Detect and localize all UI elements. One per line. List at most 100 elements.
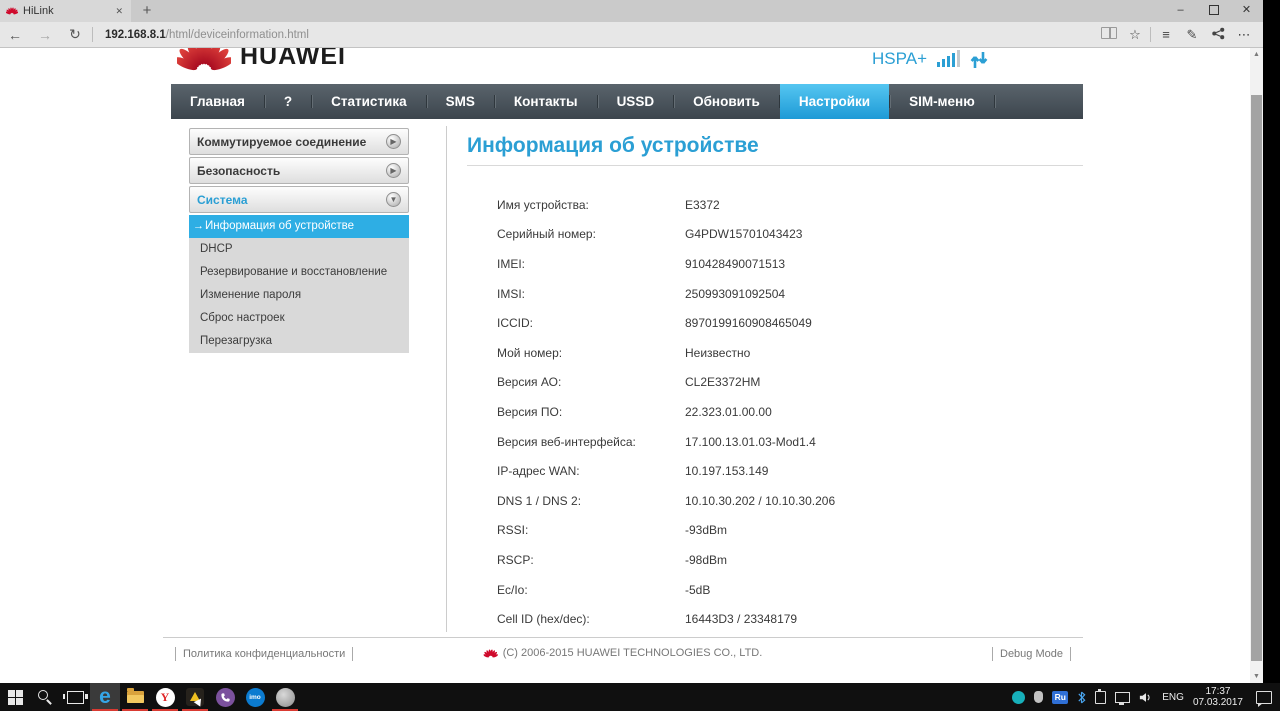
nav-item-ussd[interactable]: USSD bbox=[598, 84, 674, 119]
language-indicator[interactable]: ENG bbox=[1162, 692, 1184, 703]
system-tray: Ru ENG 17:37 07.03.2017 bbox=[1012, 686, 1280, 708]
site-footer: Политика конфиденциальности (C) 2006-201… bbox=[163, 637, 1083, 668]
forward-icon[interactable]: → bbox=[30, 27, 60, 43]
reading-view-icon[interactable] bbox=[1096, 27, 1122, 42]
network-icon[interactable] bbox=[1115, 691, 1131, 705]
action-center-icon[interactable] bbox=[1256, 690, 1272, 707]
bluetooth-icon[interactable] bbox=[1077, 691, 1086, 704]
sidebar-section-dialup[interactable]: Коммутируемое соединение ▶ bbox=[189, 128, 409, 155]
screen: HiLink ✕ + – ✕ ← → ↻ 192.168.8.1/html/de… bbox=[0, 0, 1280, 711]
usb-device-icon[interactable] bbox=[1095, 688, 1107, 704]
date: 07.03.2017 bbox=[1192, 697, 1243, 708]
nav-item-update[interactable]: Обновить bbox=[674, 84, 779, 119]
taskbar-app-explorer[interactable] bbox=[120, 683, 150, 711]
table-row: DNS 1 / DNS 2: 10.10.30.202 / 10.10.30.20… bbox=[497, 486, 1057, 516]
sidebar: Коммутируемое соединение ▶ Безопасность … bbox=[189, 128, 409, 355]
start-button[interactable] bbox=[0, 683, 30, 711]
table-row: IMSI: 250993091092504 bbox=[497, 279, 1057, 309]
row-value: 250993091092504 bbox=[685, 286, 786, 301]
debug-mode-link[interactable]: Debug Mode bbox=[992, 647, 1071, 661]
share-icon[interactable] bbox=[1205, 27, 1231, 43]
nav-item-help[interactable]: ? bbox=[265, 84, 311, 119]
copyright: (C) 2006-2015 HUAWEI TECHNOLOGIES CO., L… bbox=[483, 647, 763, 659]
new-tab-button[interactable]: + bbox=[134, 0, 160, 22]
hub-icon[interactable]: ≡ bbox=[1153, 27, 1179, 42]
taskbar-app-gray[interactable] bbox=[270, 683, 300, 711]
table-row: Мой номер: Неизвестно bbox=[497, 338, 1057, 368]
scroll-up-icon[interactable]: ▲ bbox=[1250, 48, 1263, 61]
huawei-flower-icon bbox=[177, 48, 231, 71]
sidebar-section-system[interactable]: Система ▼ bbox=[189, 186, 409, 213]
row-value: 10.197.153.149 bbox=[685, 464, 769, 479]
browser-tab[interactable]: HiLink ✕ bbox=[0, 0, 131, 22]
table-row: Ec/Io: -5dB bbox=[497, 575, 1057, 605]
refresh-icon[interactable]: ↻ bbox=[60, 26, 90, 43]
vertical-scrollbar[interactable]: ▲ ▼ bbox=[1250, 48, 1263, 683]
minimize-button[interactable]: – bbox=[1164, 0, 1197, 22]
title-rule bbox=[467, 165, 1083, 166]
row-label: RSSI: bbox=[497, 523, 529, 538]
more-options-icon[interactable]: ⋯ bbox=[1231, 27, 1257, 43]
active-item-arrow-icon: → bbox=[193, 220, 204, 232]
row-value: 22.323.01.00.00 bbox=[685, 404, 772, 419]
tab-close-icon[interactable]: ✕ bbox=[113, 6, 125, 17]
mouse-device-icon[interactable] bbox=[1034, 691, 1044, 703]
copyright-text: (C) 2006-2015 HUAWEI TECHNOLOGIES CO., L… bbox=[502, 647, 763, 659]
maximize-button[interactable] bbox=[1197, 0, 1230, 22]
task-view-button[interactable] bbox=[60, 683, 90, 711]
sidebar-item-device-information[interactable]: →Информация об устройстве bbox=[189, 215, 409, 238]
sidebar-item-reset-settings[interactable]: Сброс настроек bbox=[189, 307, 409, 330]
nav-item-settings[interactable]: Настройки bbox=[779, 84, 890, 119]
row-value: -98dBm bbox=[685, 552, 728, 567]
desktop-background bbox=[1263, 0, 1280, 683]
scrollbar-thumb[interactable] bbox=[1251, 95, 1262, 661]
taskbar-app-yandex[interactable]: Y bbox=[150, 683, 180, 711]
network-type-label: HSPA+ bbox=[872, 49, 927, 68]
sidebar-section-security[interactable]: Безопасность ▶ bbox=[189, 157, 409, 184]
favorites-star-icon[interactable]: ☆ bbox=[1122, 27, 1148, 43]
punto-switcher-icon[interactable]: Ru bbox=[1052, 690, 1069, 704]
url-field[interactable]: 192.168.8.1/html/deviceinformation.html bbox=[105, 29, 1096, 41]
scroll-down-icon[interactable]: ▼ bbox=[1250, 670, 1263, 683]
taskbar: e Y imo Ru ENG 17:37 07.03.2017 bbox=[0, 683, 1280, 711]
nav-item-sms[interactable]: SMS bbox=[427, 84, 494, 119]
logo-text: HUAWEI bbox=[240, 48, 346, 70]
tray-app-icon[interactable] bbox=[1012, 690, 1026, 704]
taskbar-search-button[interactable] bbox=[30, 683, 60, 711]
nav-item-contacts[interactable]: Контакты bbox=[495, 84, 597, 119]
taskbar-app-yellow[interactable] bbox=[180, 683, 210, 711]
table-row: IMEI: 910428490071513 bbox=[497, 249, 1057, 279]
windows-logo-icon bbox=[7, 689, 23, 705]
nav-item-home[interactable]: Главная bbox=[171, 84, 264, 119]
system-submenu: →Информация об устройстве DHCP Резервиро… bbox=[189, 215, 409, 353]
clock[interactable]: 17:37 07.03.2017 bbox=[1193, 686, 1243, 708]
signal-bars-icon bbox=[937, 50, 960, 69]
address-bar: ← → ↻ 192.168.8.1/html/deviceinformation… bbox=[0, 22, 1263, 48]
content-divider bbox=[446, 126, 447, 632]
nav-item-statistics[interactable]: Статистика bbox=[312, 84, 425, 119]
folder-icon bbox=[126, 688, 144, 703]
taskbar-app-imo[interactable]: imo bbox=[240, 683, 270, 711]
table-row: ICCID: 8970199160908465049 bbox=[497, 308, 1057, 338]
taskbar-app-edge[interactable]: e bbox=[90, 683, 120, 711]
web-note-icon[interactable]: ✎ bbox=[1179, 27, 1205, 43]
row-label: Ec/Io: bbox=[497, 582, 528, 597]
url-host: 192.168.8.1 bbox=[105, 28, 166, 41]
row-label: Серийный номер: bbox=[497, 227, 596, 242]
chevron-right-icon: ▶ bbox=[386, 134, 401, 149]
row-value: -93dBm bbox=[685, 523, 728, 538]
taskbar-app-viber[interactable] bbox=[210, 683, 240, 711]
row-value: 10.10.30.202 / 10.10.30.206 bbox=[685, 493, 836, 508]
row-label: RSCP: bbox=[497, 552, 534, 567]
nav-item-sim-menu[interactable]: SIM-меню bbox=[890, 84, 994, 119]
sidebar-item-reboot[interactable]: Перезагрузка bbox=[189, 330, 409, 353]
back-icon[interactable]: ← bbox=[0, 27, 30, 43]
huawei-flower-icon bbox=[483, 648, 498, 657]
sidebar-item-change-password[interactable]: Изменение пароля bbox=[189, 284, 409, 307]
sidebar-item-backup-restore[interactable]: Резервирование и восстановление bbox=[189, 261, 409, 284]
sidebar-item-dhcp[interactable]: DHCP bbox=[189, 238, 409, 261]
close-button[interactable]: ✕ bbox=[1230, 0, 1263, 22]
volume-icon[interactable] bbox=[1139, 692, 1153, 703]
row-label: IP-адрес WAN: bbox=[497, 464, 580, 479]
privacy-policy-link[interactable]: Политика конфиденциальности bbox=[175, 647, 354, 661]
